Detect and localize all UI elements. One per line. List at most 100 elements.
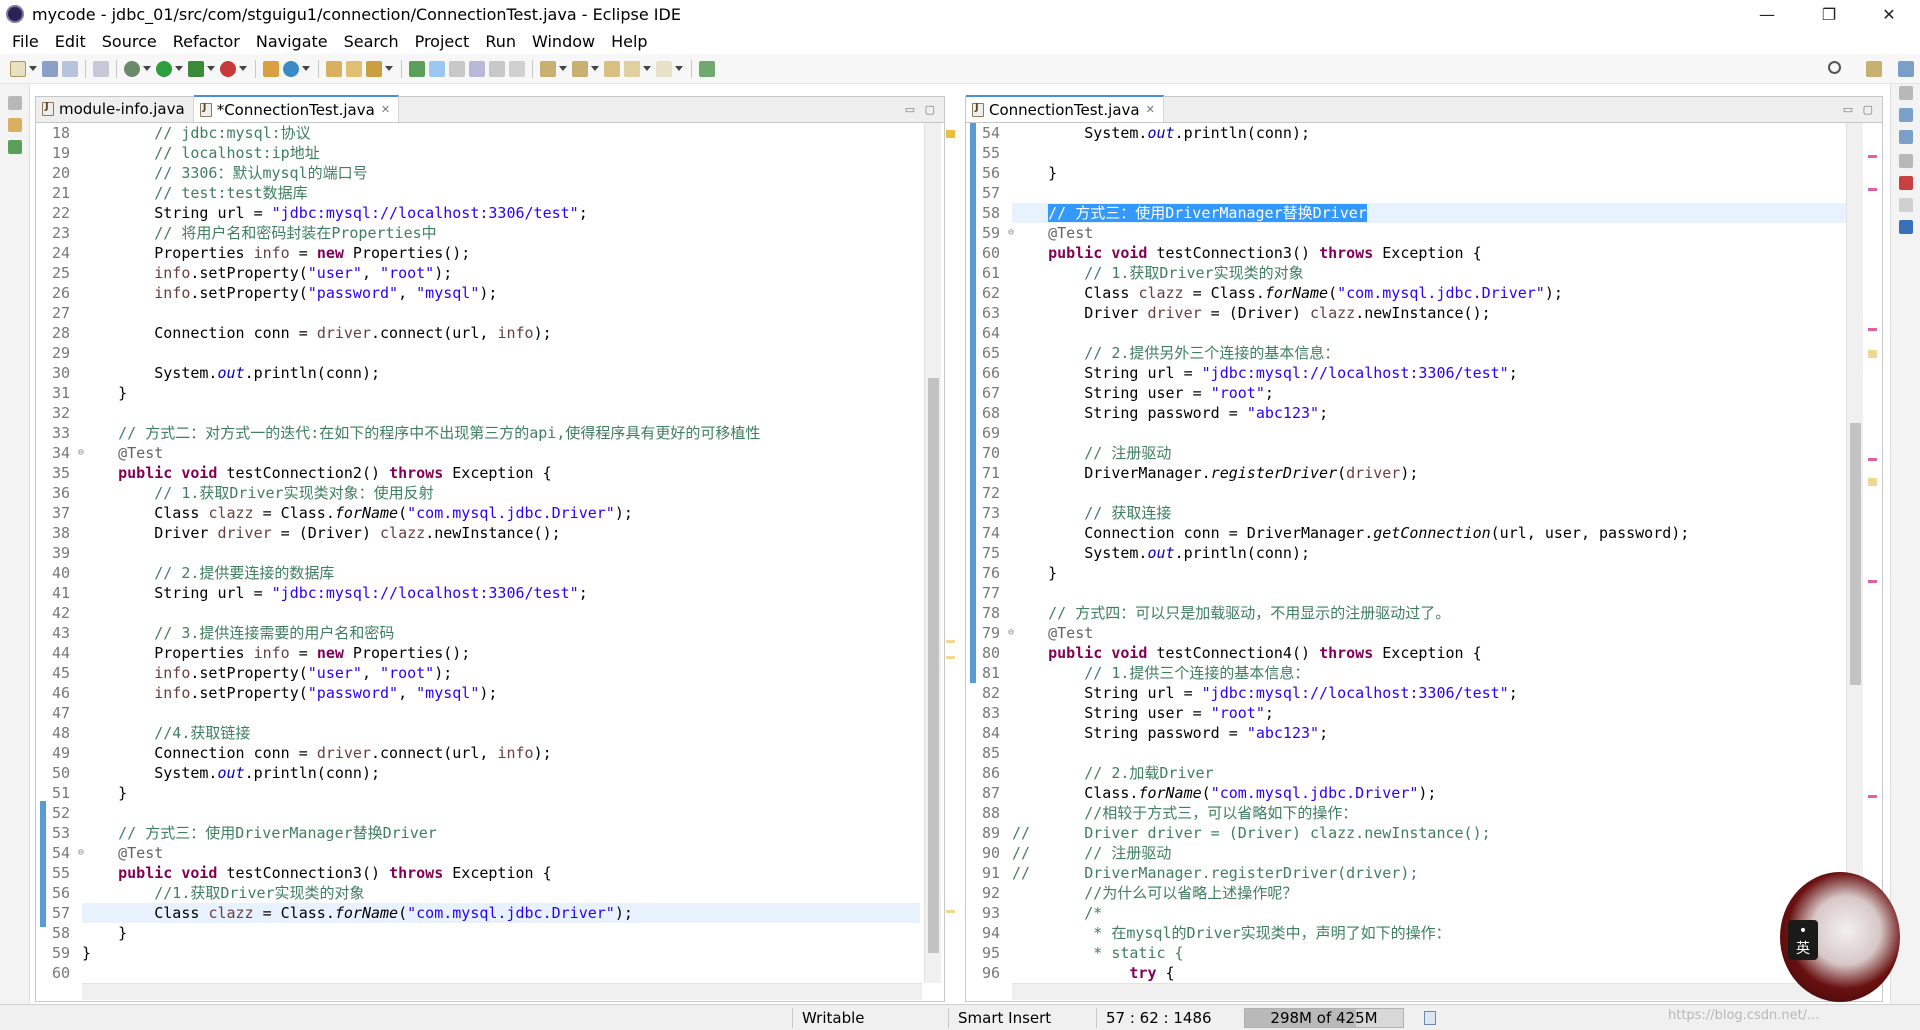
code-line[interactable]: // DriverManager.registerDriver(driver); bbox=[1012, 863, 1850, 883]
error-overview-marker[interactable] bbox=[1868, 155, 1877, 158]
menu-edit[interactable]: Edit bbox=[47, 32, 94, 51]
overview-marker[interactable] bbox=[946, 656, 955, 659]
toggle-breadcrumb-icon[interactable] bbox=[409, 60, 425, 77]
menu-refactor[interactable]: Refactor bbox=[165, 32, 248, 51]
search-dropdown-icon[interactable] bbox=[385, 66, 393, 71]
open-perspective-icon[interactable] bbox=[1866, 61, 1882, 77]
search-icon[interactable] bbox=[1828, 61, 1841, 74]
pilcrow-icon[interactable] bbox=[509, 60, 525, 77]
code-line[interactable]: Properties info = new Properties(); bbox=[82, 243, 920, 263]
menu-file[interactable]: File bbox=[4, 32, 47, 51]
menu-project[interactable]: Project bbox=[407, 32, 478, 51]
code-line[interactable]: // jdbc:mysql:协议 bbox=[82, 123, 920, 143]
tab-connection-test[interactable]: *ConnectionTest.java ✕ bbox=[193, 95, 400, 122]
overview-marker[interactable] bbox=[1868, 350, 1877, 358]
code-line[interactable]: Class clazz = Class.forName("com.mysql.j… bbox=[82, 903, 920, 923]
code-line[interactable] bbox=[82, 603, 920, 623]
heap-status[interactable]: 298M of 425M bbox=[1244, 1008, 1404, 1028]
code-line[interactable]: String user = "root"; bbox=[1012, 703, 1850, 723]
code-line[interactable]: Class clazz = Class.forName("com.mysql.j… bbox=[1012, 283, 1850, 303]
tab-connection-test-right[interactable]: ConnectionTest.java ✕ bbox=[966, 95, 1164, 122]
code-line[interactable]: Connection conn = DriverManager.getConne… bbox=[1012, 523, 1850, 543]
code-line[interactable]: public void testConnection4() throws Exc… bbox=[1012, 643, 1850, 663]
restore-icon[interactable] bbox=[8, 96, 22, 110]
code-line[interactable]: //4.获取链接 bbox=[82, 723, 920, 743]
code-line[interactable] bbox=[82, 303, 920, 323]
menu-search[interactable]: Search bbox=[336, 32, 407, 51]
error-overview-marker[interactable] bbox=[1868, 188, 1877, 191]
overview-marker[interactable] bbox=[946, 910, 955, 913]
code-line[interactable]: Properties info = new Properties(); bbox=[82, 643, 920, 663]
left-code-area[interactable]: // jdbc:mysql:协议 // localhost:ip地址 // 33… bbox=[82, 123, 920, 983]
overview-marker[interactable] bbox=[946, 640, 955, 643]
code-line[interactable]: // 3.提供连接需要的用户名和密码 bbox=[82, 623, 920, 643]
debug-icon[interactable] bbox=[124, 60, 140, 77]
code-line[interactable]: Connection conn = driver.connect(url, in… bbox=[82, 323, 920, 343]
code-line[interactable] bbox=[82, 343, 920, 363]
code-line[interactable]: // 3306：默认mysql的端口号 bbox=[82, 163, 920, 183]
code-line[interactable]: DriverManager.registerDriver(driver); bbox=[1012, 463, 1850, 483]
minimize-maximize-icon[interactable]: ▭ ▢ bbox=[905, 103, 938, 116]
code-line[interactable]: System.out.println(conn); bbox=[1012, 543, 1850, 563]
next-annotation-icon[interactable] bbox=[540, 60, 556, 77]
code-line[interactable]: } bbox=[1012, 163, 1850, 183]
code-line[interactable]: @Test bbox=[1012, 223, 1850, 243]
run-dropdown-icon[interactable] bbox=[175, 66, 183, 71]
code-line[interactable]: String url = "jdbc:mysql://localhost:330… bbox=[82, 203, 920, 223]
code-line[interactable]: String password = "abc123"; bbox=[1012, 723, 1850, 743]
code-line[interactable]: // Driver driver = (Driver) clazz.newIns… bbox=[1012, 823, 1850, 843]
scroll-thumb[interactable] bbox=[928, 378, 939, 953]
code-line[interactable]: // 2.提供另外三个连接的基本信息： bbox=[1012, 343, 1850, 363]
code-line[interactable] bbox=[82, 803, 920, 823]
external-tools-icon[interactable] bbox=[220, 60, 236, 77]
new-icon[interactable] bbox=[10, 60, 26, 77]
restore-icon[interactable] bbox=[1899, 86, 1913, 100]
code-line[interactable]: // 注册驱动 bbox=[1012, 443, 1850, 463]
menu-source[interactable]: Source bbox=[94, 32, 165, 51]
console-icon[interactable] bbox=[1899, 220, 1913, 234]
new-java-class-icon[interactable] bbox=[283, 60, 299, 77]
restore-button[interactable]: ❐ bbox=[1806, 0, 1852, 28]
open-task-icon[interactable] bbox=[346, 60, 362, 77]
scroll-thumb[interactable] bbox=[1850, 423, 1861, 685]
code-line[interactable]: // 2.加载Driver bbox=[1012, 763, 1850, 783]
code-line[interactable]: Driver driver = (Driver) clazz.newInstan… bbox=[1012, 303, 1850, 323]
code-line[interactable] bbox=[82, 963, 920, 983]
block-selection-icon[interactable] bbox=[449, 60, 465, 77]
coverage-icon[interactable] bbox=[188, 60, 204, 77]
tab-module-info[interactable]: module-info.java bbox=[36, 96, 194, 122]
code-line[interactable]: // // 注册驱动 bbox=[1012, 843, 1850, 863]
code-line[interactable] bbox=[1012, 483, 1850, 503]
menu-window[interactable]: Window bbox=[524, 32, 603, 51]
code-line[interactable]: info.setProperty("user", "root"); bbox=[82, 663, 920, 683]
code-line[interactable]: String password = "abc123"; bbox=[1012, 403, 1850, 423]
right-code-area[interactable]: System.out.println(conn); } // 方式三：使用Dri… bbox=[1012, 123, 1850, 983]
code-line[interactable] bbox=[1012, 583, 1850, 603]
forward-icon[interactable] bbox=[656, 60, 672, 77]
code-line[interactable]: @Test bbox=[1012, 623, 1850, 643]
outline-icon[interactable] bbox=[1899, 108, 1913, 122]
code-line[interactable] bbox=[1012, 183, 1850, 203]
code-line[interactable]: } bbox=[82, 923, 920, 943]
pin-editor-icon[interactable] bbox=[699, 60, 715, 77]
overview-marker[interactable] bbox=[1868, 478, 1877, 486]
search-tool-icon[interactable] bbox=[366, 60, 382, 77]
code-line[interactable]: } bbox=[82, 783, 920, 803]
run-icon[interactable] bbox=[156, 60, 172, 77]
save-icon[interactable] bbox=[42, 60, 58, 77]
code-line[interactable]: Class clazz = Class.forName("com.mysql.j… bbox=[82, 503, 920, 523]
code-line[interactable]: // 方式四：可以只是加载驱动，不用显示的注册驱动过了。 bbox=[1012, 603, 1850, 623]
garbage-collect-icon[interactable] bbox=[1424, 1011, 1436, 1025]
code-line[interactable]: // test:test数据库 bbox=[82, 183, 920, 203]
error-overview-marker[interactable] bbox=[1868, 458, 1877, 461]
code-line[interactable]: // localhost:ip地址 bbox=[82, 143, 920, 163]
code-line[interactable]: * 在mysql的Driver实现类中，声明了如下的操作： bbox=[1012, 923, 1850, 943]
code-line[interactable]: System.out.println(conn); bbox=[1012, 123, 1850, 143]
code-line[interactable]: // 1.获取Driver实现类的对象 bbox=[1012, 263, 1850, 283]
code-line[interactable]: Driver driver = (Driver) clazz.newInstan… bbox=[82, 523, 920, 543]
open-type-icon[interactable] bbox=[326, 60, 342, 77]
back-icon[interactable] bbox=[624, 60, 640, 77]
close-button[interactable]: ✕ bbox=[1866, 0, 1912, 28]
menu-run[interactable]: Run bbox=[477, 32, 524, 51]
mark-occurrences-icon[interactable] bbox=[429, 60, 445, 77]
